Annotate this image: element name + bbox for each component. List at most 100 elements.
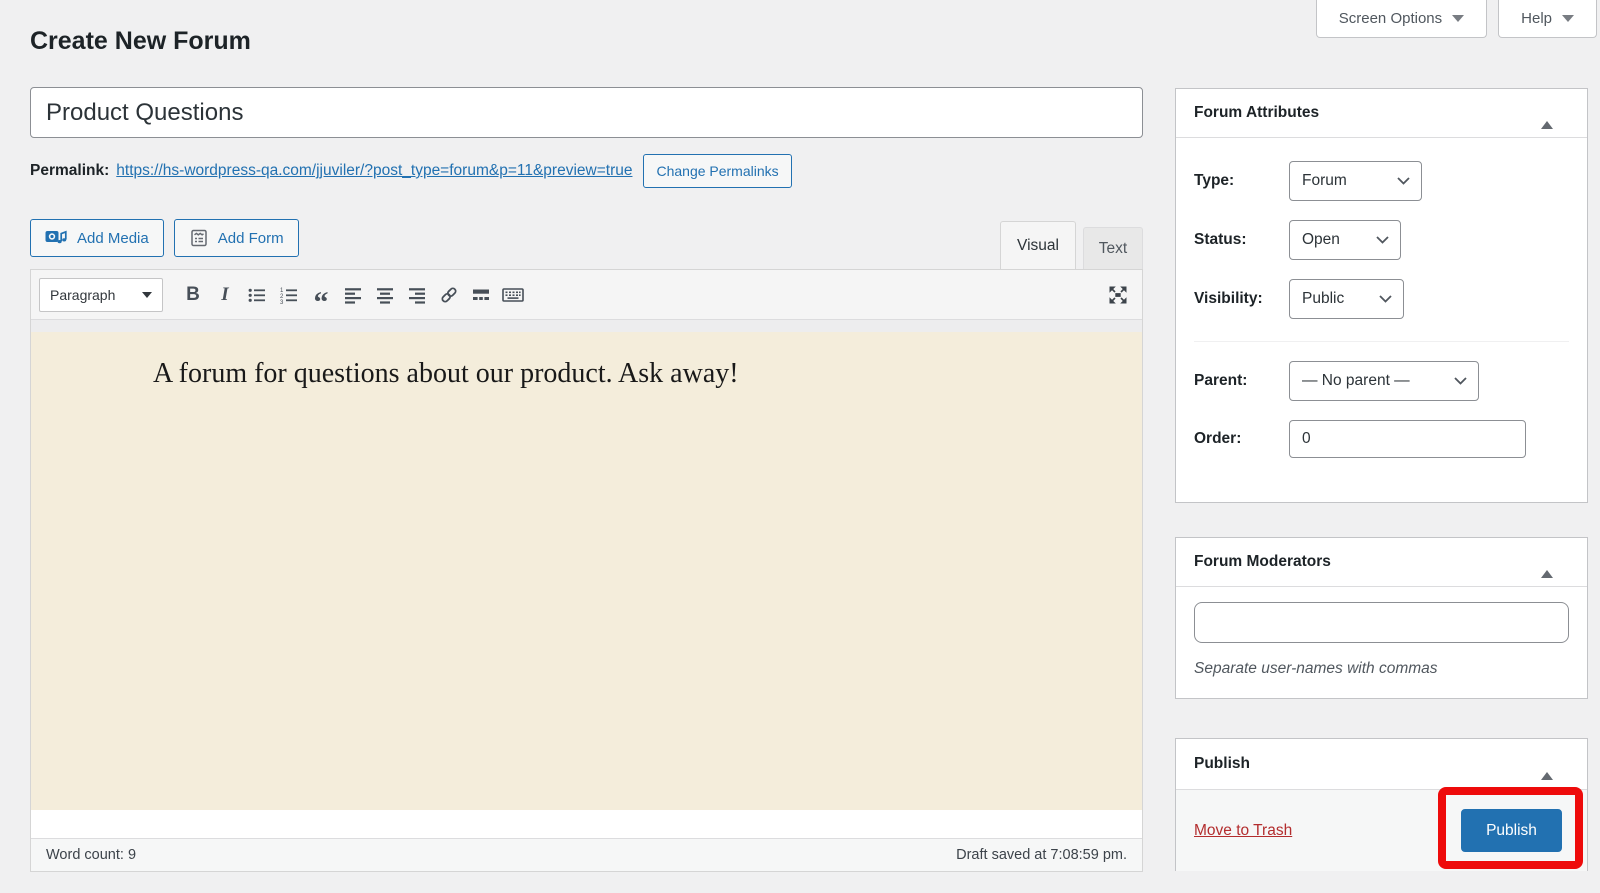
forum-attributes-header[interactable]: Forum Attributes: [1176, 89, 1587, 138]
paragraph-style-select[interactable]: Paragraph: [39, 277, 163, 312]
forum-moderators-panel: Forum Moderators Separate user-names wit…: [1175, 537, 1588, 699]
add-media-label: Add Media: [77, 229, 149, 247]
type-label: Type:: [1194, 172, 1235, 189]
add-form-label: Add Form: [217, 229, 284, 247]
editor-content-gap: [31, 810, 1142, 838]
order-label: Order:: [1194, 430, 1242, 447]
media-icon: [45, 228, 68, 248]
editor-toolbar: Paragraph B I 1 2 3 “: [31, 270, 1142, 320]
main-column: Permalink: https://hs-wordpress-qa.com/j…: [30, 87, 1143, 872]
align-left-button[interactable]: [338, 279, 368, 311]
chevron-down-icon: [1379, 295, 1392, 303]
change-permalinks-button[interactable]: Change Permalinks: [643, 154, 792, 188]
page-title: Create New Forum: [30, 27, 251, 55]
bold-button[interactable]: B: [178, 279, 208, 311]
forum-attributes-panel: Forum Attributes Type: Forum Status: Ope: [1175, 88, 1588, 503]
draft-saved-status: Draft saved at 7:08:59 pm.: [956, 847, 1127, 863]
chevron-down-icon: [1376, 236, 1389, 244]
word-count-label: Word count:: [46, 847, 124, 863]
collapse-arrow-icon: [1541, 756, 1553, 780]
bullet-list-icon: [247, 285, 267, 305]
fullscreen-button[interactable]: [1103, 279, 1133, 311]
publish-footer: Move to Trash Publish: [1176, 789, 1587, 871]
publish-panel: Publish Move to Trash Publish: [1175, 738, 1588, 871]
type-value: Forum: [1302, 172, 1347, 189]
editor: Paragraph B I 1 2 3 “ A forum for questi…: [30, 269, 1143, 872]
parent-row: Parent: — No parent —: [1194, 361, 1569, 401]
collapse-toggle-button[interactable]: [1537, 102, 1557, 129]
chevron-down-icon: [142, 291, 152, 298]
bold-icon: B: [186, 283, 200, 305]
screen-options-label: Screen Options: [1338, 10, 1443, 27]
media-tabs-row: Add Media Add Form Visual Text: [30, 219, 1143, 269]
attributes-divider: [1194, 341, 1569, 342]
move-to-trash-link[interactable]: Move to Trash: [1194, 822, 1292, 840]
italic-icon: I: [221, 283, 229, 305]
blockquote-icon: “: [313, 285, 329, 319]
chevron-down-icon: [1562, 15, 1574, 22]
visibility-select[interactable]: Public: [1289, 279, 1404, 319]
forum-moderators-header[interactable]: Forum Moderators: [1176, 538, 1587, 587]
help-button[interactable]: Help: [1498, 0, 1597, 38]
order-input[interactable]: [1289, 420, 1526, 458]
parent-select[interactable]: — No parent —: [1289, 361, 1479, 401]
type-row: Type: Forum: [1194, 161, 1569, 201]
chevron-down-icon: [1397, 177, 1410, 185]
visibility-label: Visibility:: [1194, 290, 1263, 307]
link-button[interactable]: [434, 279, 464, 311]
chevron-down-icon: [1452, 15, 1465, 22]
add-form-button[interactable]: Add Form: [173, 219, 299, 257]
word-count-value: 9: [127, 847, 137, 863]
toolbar-toggle-button[interactable]: [498, 279, 528, 311]
help-label: Help: [1521, 10, 1552, 27]
editor-mode-tabs: Visual Text: [1000, 221, 1143, 269]
toolbar-strip: [31, 320, 1142, 332]
visibility-row: Visibility: Public: [1194, 279, 1569, 319]
status-row: Status: Open: [1194, 220, 1569, 260]
permalink-row: Permalink: https://hs-wordpress-qa.com/j…: [30, 154, 1143, 188]
align-center-button[interactable]: [370, 279, 400, 311]
numbered-list-button[interactable]: 1 2 3: [274, 279, 304, 311]
forum-title-input[interactable]: [30, 87, 1143, 138]
tab-visual[interactable]: Visual: [1000, 221, 1076, 269]
fullscreen-icon: [1108, 285, 1128, 305]
read-more-button[interactable]: [466, 279, 496, 311]
blockquote-button[interactable]: “: [306, 279, 336, 319]
editor-statusbar: Word count: 9 Draft saved at 7:08:59 pm.: [31, 838, 1142, 871]
moderators-input[interactable]: [1194, 602, 1569, 643]
italic-button[interactable]: I: [210, 279, 240, 311]
form-icon: [189, 228, 209, 248]
permalink-url[interactable]: https://hs-wordpress-qa.com/jjuviler/?po…: [116, 162, 632, 180]
status-select[interactable]: Open: [1289, 220, 1401, 260]
publish-header[interactable]: Publish: [1176, 739, 1587, 789]
type-select[interactable]: Forum: [1289, 161, 1422, 201]
top-tabs: Screen Options Help: [1315, 0, 1597, 38]
tab-text[interactable]: Text: [1083, 227, 1143, 269]
bullet-list-button[interactable]: [242, 279, 272, 311]
status-label: Status:: [1194, 231, 1247, 248]
link-icon: [439, 285, 459, 305]
collapse-toggle-button[interactable]: [1537, 551, 1557, 578]
align-right-icon: [408, 285, 426, 305]
publish-button[interactable]: Publish: [1461, 809, 1562, 852]
sidebar: Forum Attributes Type: Forum Status: Ope: [1175, 88, 1588, 871]
wordpress-create-forum-page: Screen Options Help Create New Forum Per…: [0, 0, 1600, 893]
editor-paragraph: A forum for questions about our product.…: [153, 358, 739, 389]
forum-attributes-body: Type: Forum Status: Open Visibility: Pub…: [1176, 138, 1587, 458]
numbered-list-icon: 1 2 3: [279, 285, 299, 305]
collapse-arrow-icon: [1541, 554, 1553, 578]
add-media-button[interactable]: Add Media: [30, 219, 164, 257]
align-right-button[interactable]: [402, 279, 432, 311]
align-left-icon: [344, 285, 362, 305]
media-buttons: Add Media Add Form: [30, 219, 299, 257]
parent-value: — No parent —: [1302, 372, 1410, 389]
screen-options-button[interactable]: Screen Options: [1315, 0, 1488, 38]
align-center-icon: [376, 285, 394, 305]
editor-content-area[interactable]: A forum for questions about our product.…: [31, 332, 1142, 810]
visibility-value: Public: [1302, 290, 1345, 307]
forum-attributes-title: Forum Attributes: [1194, 104, 1320, 121]
word-count: Word count: 9: [46, 847, 136, 863]
collapse-toggle-button[interactable]: [1537, 753, 1557, 780]
publish-title: Publish: [1194, 755, 1250, 772]
paragraph-style-value: Paragraph: [50, 286, 116, 303]
